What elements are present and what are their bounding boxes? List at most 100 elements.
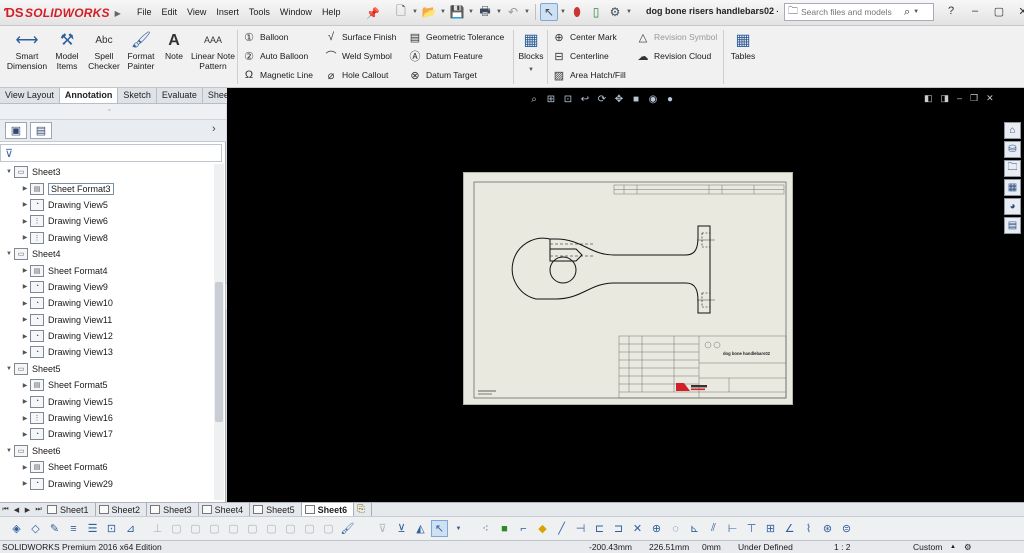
viewport-left-icon[interactable]: ◧ xyxy=(924,93,933,104)
group-icon[interactable]: ▢ xyxy=(263,520,280,537)
tree-item[interactable]: ▶ ◔ Drawing View10 xyxy=(0,295,213,311)
tree-item[interactable]: ▶ ◔ Drawing View15 xyxy=(0,393,213,409)
area-hatch-fill-button[interactable]: ▨ Area Hatch/Fill xyxy=(552,68,626,82)
snap-settings-icon[interactable]: ⊜ xyxy=(838,520,855,537)
expand-right-icon[interactable]: ▶ xyxy=(20,382,30,389)
property-manager-tab-icon[interactable]: ▤ xyxy=(30,122,52,139)
snap-vertex-icon[interactable]: ◆ xyxy=(534,520,551,537)
sheet-tab-5[interactable]: Sheet5 xyxy=(250,503,302,516)
tree-filter[interactable]: ⊽ xyxy=(0,144,222,162)
maximize-icon[interactable]: ▢ xyxy=(990,3,1008,19)
tree-scrollbar[interactable] xyxy=(214,164,224,500)
blocks-button[interactable]: ▦ Blocks ▼ xyxy=(516,30,546,75)
search-folder-icon[interactable]: 🗀 xyxy=(788,4,798,21)
snap-quadrant-icon[interactable]: ⊐ xyxy=(610,520,627,537)
chevron-down-icon[interactable]: ▼ xyxy=(495,9,503,15)
expand-right-icon[interactable]: ▶ xyxy=(20,316,30,323)
expand-right-icon[interactable]: ▶ xyxy=(20,480,30,487)
tree-item[interactable]: ▶ ▤ Sheet Format5 xyxy=(0,377,213,393)
snap-intersection-icon[interactable]: ✕ xyxy=(629,520,646,537)
sheet-tab-1[interactable]: Sheet1 xyxy=(44,503,96,516)
appearance-icon[interactable]: ● xyxy=(663,92,677,106)
minimize-icon[interactable]: – xyxy=(966,3,984,19)
pan-icon[interactable]: ✥ xyxy=(612,92,626,106)
compact-icon[interactable]: ▢ xyxy=(320,520,337,537)
expand-right-icon[interactable]: ▶ xyxy=(20,333,30,340)
menu-insert[interactable]: Insert xyxy=(211,6,244,19)
expand-down-icon[interactable]: ▼ xyxy=(4,448,14,454)
hole-callout-button[interactable]: ⌀ Hole Callout xyxy=(324,68,389,82)
expand-right-icon[interactable]: ▶ xyxy=(20,267,30,274)
add-sheet-button[interactable]: ⎘ xyxy=(354,503,373,516)
menu-file[interactable]: File xyxy=(132,6,157,19)
tree-item[interactable]: ▶ ⋮ Drawing View16 xyxy=(0,410,213,426)
chevron-right-icon[interactable]: › xyxy=(212,123,216,135)
tree-item[interactable]: ▶ ▤ Sheet Format4 xyxy=(0,262,213,278)
chevron-down-icon[interactable]: ▼ xyxy=(411,9,419,15)
align-center-icon[interactable]: ▢ xyxy=(244,520,261,537)
file-properties-icon[interactable]: ▯ xyxy=(587,3,605,21)
snap-horizontal-icon[interactable]: ⊢ xyxy=(724,520,741,537)
centerline-button[interactable]: ⊟ Centerline xyxy=(552,49,608,63)
expand-right-icon[interactable]: ▶ xyxy=(20,464,30,471)
print-icon[interactable]: 🖶 xyxy=(476,3,494,21)
model-items-button[interactable]: ⚒ Model Items xyxy=(52,30,82,71)
tree-sheet-node[interactable]: ▼ ▭ Sheet3 xyxy=(0,164,213,180)
viewport-right-icon[interactable]: ◨ xyxy=(941,93,950,104)
align-right-icon[interactable]: ▢ xyxy=(187,520,204,537)
expand-right-icon[interactable]: ▶ xyxy=(20,431,30,438)
select-pointer-icon[interactable]: ↖ xyxy=(540,3,558,21)
filter-icon[interactable]: ⊽ xyxy=(374,520,391,537)
status-settings-icon[interactable]: ⚙ xyxy=(964,541,972,553)
design-library-icon[interactable]: ⛁ xyxy=(1004,141,1021,158)
sheet-tab-3[interactable]: Sheet3 xyxy=(147,503,199,516)
drawing-sheet[interactable]: dog bone handlebars02 xyxy=(463,172,793,405)
auto-balloon-button[interactable]: ② Auto Balloon xyxy=(242,49,308,63)
undo-icon[interactable]: ↶ xyxy=(504,3,522,21)
tree-item[interactable]: ▶ ◔ Drawing View11 xyxy=(0,312,213,328)
snap-point-icon[interactable]: ⁖ xyxy=(477,520,494,537)
snap-center-icon[interactable]: ⊏ xyxy=(591,520,608,537)
chevron-down-icon[interactable]: ▼ xyxy=(523,9,531,15)
tree-item[interactable]: ▶ ⋮ Drawing View6 xyxy=(0,213,213,229)
format-painter-icon[interactable]: 🖌 xyxy=(339,520,356,537)
expand-down-icon[interactable]: ▼ xyxy=(4,251,14,257)
align-left-icon[interactable]: ▢ xyxy=(168,520,185,537)
datum-feature-button[interactable]: Ⓐ Datum Feature xyxy=(408,49,483,63)
previous-sheet-icon[interactable]: ◀ xyxy=(11,506,22,514)
tree-item[interactable]: ▶ ◔ Drawing View5 xyxy=(0,197,213,213)
display-style-icon[interactable]: ■ xyxy=(629,92,643,106)
tables-button[interactable]: ▦ Tables xyxy=(728,30,758,62)
pin-icon[interactable]: 📌 xyxy=(364,4,382,22)
chevron-down-icon[interactable]: ▼ xyxy=(439,9,447,15)
space-evenly-icon[interactable]: ▢ xyxy=(301,520,318,537)
surface-finish-button[interactable]: √ Surface Finish xyxy=(324,30,396,44)
snap-options-icon[interactable]: ⊛ xyxy=(819,520,836,537)
balloon-button[interactable]: ① Balloon xyxy=(242,30,288,44)
first-sheet-icon[interactable]: ⏮ xyxy=(0,506,11,514)
center-mark-button[interactable]: ⊕ Center Mark xyxy=(552,30,616,44)
smart-dimension-button[interactable]: ⟷ Smart Dimension xyxy=(4,30,50,71)
tree-item[interactable]: ▶ ◔ Drawing View12 xyxy=(0,328,213,344)
tree-item[interactable]: ▶ ▤ Sheet Format6 xyxy=(0,459,213,475)
open-folder-icon[interactable]: 📂 xyxy=(420,3,438,21)
graphics-area[interactable]: ⌕ ⊞ ⊡ ↩ ⟳ ✥ ■ ◉ ● ◧ ◨ – ❐ ✕ ⌂ ⛁ 🗀 ▦ ◕ ▤ xyxy=(227,88,1024,502)
tab-sketch[interactable]: Sketch xyxy=(118,88,157,103)
menu-view[interactable]: View xyxy=(182,6,211,19)
sheet-tab-2[interactable]: Sheet2 xyxy=(96,503,148,516)
tree-sheet-node[interactable]: ▼ ▭ Sheet5 xyxy=(0,361,213,377)
status-sheet-scale[interactable]: 1 : 2 xyxy=(834,541,851,553)
expand-down-icon[interactable]: ▼ xyxy=(4,366,14,372)
tree-item[interactable]: ▶ ◔ Drawing View17 xyxy=(0,426,213,442)
close-icon[interactable]: ✕ xyxy=(986,93,994,104)
chevron-up-icon[interactable]: ▲ xyxy=(950,541,956,553)
expand-right-icon[interactable]: ▶ xyxy=(20,398,30,405)
hide-show-items-icon[interactable]: ◉ xyxy=(646,92,660,106)
layer-icon[interactable]: ◈ xyxy=(8,520,25,537)
tree-item[interactable]: ▶ ◔ Drawing View29 xyxy=(0,475,213,491)
snap-vertical-icon[interactable]: ⊤ xyxy=(743,520,760,537)
geometric-tolerance-button[interactable]: ▤ Geometric Tolerance xyxy=(408,30,504,44)
linear-note-pattern-button[interactable]: AAA Linear Note Pattern xyxy=(190,30,236,71)
restore-icon[interactable]: ❐ xyxy=(970,93,978,104)
minimize-icon[interactable]: – xyxy=(957,93,962,104)
